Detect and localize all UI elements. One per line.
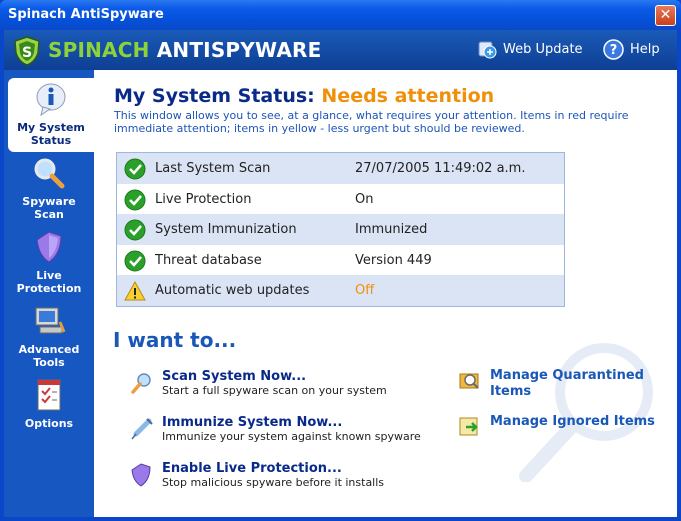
link-text[interactable]: Items (490, 384, 531, 399)
checklist-icon (4, 378, 94, 415)
sidebar-item-label: My System (17, 121, 85, 134)
sidebar-item-options[interactable]: Options (4, 378, 94, 430)
sidebar-item-live-protection[interactable]: Live Protection (4, 230, 94, 295)
help-link[interactable]: Help (630, 42, 660, 57)
status-label: Automatic web updates (155, 283, 310, 299)
sidebar-item-label: Advanced (18, 343, 80, 356)
action-title[interactable]: Scan System Now... (162, 369, 387, 384)
syringe-icon (130, 417, 154, 445)
manage-ignored-items-link[interactable]: Manage Ignored Items (459, 414, 655, 436)
action-description: Stop malicious spyware before it install… (162, 476, 385, 489)
ignored-items-icon (458, 414, 482, 443)
help-icon[interactable]: ? (603, 39, 624, 64)
window-title: Spinach AntiSpyware (8, 7, 164, 22)
svg-text:S: S (22, 45, 32, 61)
status-row-last-scan: Last System Scan 27/07/2005 11:49:02 a.m… (117, 153, 564, 184)
title-bar[interactable]: Spinach AntiSpyware ✕ (0, 0, 681, 30)
brand-part2: ANTISPYWARE (156, 38, 322, 62)
status-value: 27/07/2005 11:49:02 a.m. (355, 161, 526, 176)
sidebar-item-spyware-scan[interactable]: Spyware Scan (4, 156, 94, 221)
web-update-icon[interactable] (477, 39, 497, 63)
magnifier-icon (4, 156, 94, 193)
status-table: Last System Scan 27/07/2005 11:49:02 a.m… (116, 152, 565, 307)
action-description: Start a full spyware scan on your system (162, 384, 387, 397)
check-ok-icon (124, 250, 146, 276)
info-icon (8, 82, 94, 119)
sidebar-item-label: Options (24, 417, 74, 430)
shield-icon (4, 230, 94, 267)
status-value: Immunized (355, 222, 428, 238)
status-row-automatic-web-updates: Automatic web updates Off (117, 275, 564, 306)
brand-part1: SPINACH (48, 38, 150, 62)
watermark-magnifier-icon (519, 343, 653, 482)
status-state: Needs attention (321, 85, 495, 107)
actions-heading: I want to... (113, 328, 237, 352)
check-ok-icon (124, 158, 146, 184)
web-update-link[interactable]: Web Update (503, 42, 583, 57)
sidebar-item-label: Status (30, 134, 72, 147)
app-window: Spinach AntiSpyware ✕ S SPINACH ANTISPYW… (0, 0, 681, 521)
action-title[interactable]: Immunize System Now... (162, 415, 421, 430)
status-row-live-protection: Live Protection On (117, 184, 564, 215)
shield-icon (130, 463, 152, 491)
close-button[interactable]: ✕ (655, 5, 676, 26)
quarantine-icon (458, 368, 482, 397)
status-value: Version 449 (355, 252, 432, 268)
sidebar-item-label: Spyware (22, 195, 76, 208)
main-content: My System Status: Needs attention This w… (94, 70, 677, 517)
check-ok-icon (124, 219, 146, 245)
link-text[interactable]: Manage Ignored Items (490, 414, 655, 429)
brand-logo: SPINACH ANTISPYWARE (48, 38, 321, 62)
page-title-prefix: My System Status: (114, 85, 315, 107)
status-row-system-immunization: System Immunization Immunized (117, 214, 564, 245)
svg-text:?: ? (610, 43, 618, 58)
sidebar-item-label: Scan (34, 208, 64, 221)
manage-quarantined-items-link[interactable]: Manage Quarantined Items (459, 368, 644, 400)
status-label: Live Protection (155, 191, 252, 207)
link-text[interactable]: Manage Quarantined (490, 368, 644, 383)
action-description: Immunize your system against known spywa… (162, 430, 421, 443)
sidebar-item-my-system-status[interactable]: My System Status (8, 78, 94, 152)
enable-live-protection-action[interactable]: Enable Live Protection... Stop malicious… (131, 461, 385, 490)
spinach-shield-icon: S (13, 36, 41, 70)
status-label: System Immunization (155, 222, 297, 238)
page-title: My System Status: Needs attention (114, 85, 494, 107)
scan-system-action[interactable]: Scan System Now... Start a full spyware … (131, 369, 387, 398)
sidebar-item-label: Live (36, 269, 62, 282)
app-header: S SPINACH ANTISPYWARE Web Update ? Help (4, 30, 677, 70)
computer-icon (4, 304, 94, 341)
check-ok-icon (124, 189, 146, 215)
status-value: On (355, 191, 374, 207)
sidebar-item-label: Protection (16, 282, 82, 295)
immunize-system-action[interactable]: Immunize System Now... Immunize your sys… (131, 415, 421, 444)
status-label: Threat database (155, 252, 262, 268)
status-value: Off (355, 283, 375, 299)
sidebar: My System Status Spyware Scan Live Prote… (4, 70, 94, 517)
warning-icon (124, 280, 146, 306)
sidebar-item-advanced-tools[interactable]: Advanced Tools (4, 304, 94, 369)
status-description: This window allows you to see, at a glan… (114, 109, 629, 135)
status-row-threat-database: Threat database Version 449 (117, 245, 564, 276)
action-title[interactable]: Enable Live Protection... (162, 461, 384, 476)
sidebar-item-label: Tools (33, 356, 65, 369)
status-label: Last System Scan (155, 161, 271, 176)
magnifier-icon (130, 371, 154, 399)
